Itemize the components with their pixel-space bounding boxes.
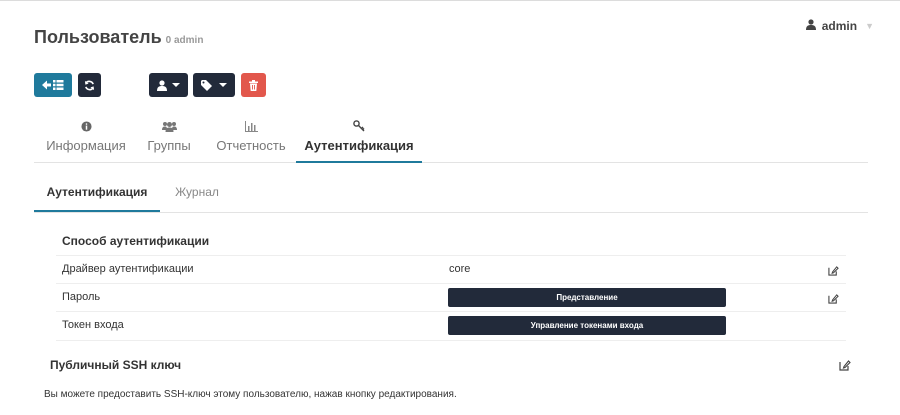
user-icon xyxy=(157,79,167,91)
caret-down-icon xyxy=(172,83,180,87)
subtab-journal[interactable]: Журнал xyxy=(164,173,230,211)
caret-down-icon xyxy=(219,83,227,87)
user-icon xyxy=(805,19,816,33)
edit-icon[interactable] xyxy=(828,263,839,281)
ssh-key-description: Вы можете предоставить SSH-ключ этому по… xyxy=(44,389,457,400)
auth-driver-row: Драйвер аутентификации core xyxy=(56,255,846,284)
edit-icon[interactable] xyxy=(839,358,851,376)
tag-icon xyxy=(201,79,214,91)
sub-tabs: Аутентификация Журнал xyxy=(34,173,868,213)
row-label: Драйвер аутентификации xyxy=(62,263,194,275)
trash-icon xyxy=(249,79,258,91)
row-label: Токен входа xyxy=(62,319,124,331)
tab-label: Аутентификация xyxy=(304,138,414,153)
tab-information[interactable]: Информация xyxy=(46,118,126,162)
page-title-text: Пользователь xyxy=(34,27,162,47)
key-icon xyxy=(353,118,365,134)
tab-label: Информация xyxy=(46,138,126,153)
user-actions-dropdown[interactable] xyxy=(149,73,188,97)
delete-button[interactable] xyxy=(241,73,266,97)
row-label: Пароль xyxy=(62,291,101,303)
view-password-button[interactable]: Представление xyxy=(448,288,726,307)
page-subtitle: 0 admin xyxy=(165,35,204,46)
refresh-icon xyxy=(84,80,95,91)
page-title: Пользователь 0 admin xyxy=(34,27,203,48)
refresh-button[interactable] xyxy=(78,73,101,97)
manage-tokens-button[interactable]: Управление токенами входа xyxy=(448,316,726,335)
tab-groups[interactable]: Группы xyxy=(147,118,191,162)
tags-dropdown[interactable] xyxy=(193,73,235,97)
auth-method-title: Способ аутентификации xyxy=(62,234,210,248)
tab-label: Группы xyxy=(147,138,191,153)
password-row: Пароль Представление xyxy=(56,283,846,312)
main-tabs: Информация Группы Отчетность Аутентифика… xyxy=(34,118,868,163)
tab-authentication[interactable]: Аутентификация xyxy=(296,118,422,163)
login-token-row: Токен входа Управление токенами входа xyxy=(56,311,846,341)
user-menu-username: admin xyxy=(821,19,858,33)
ssh-key-title: Публичный SSH ключ xyxy=(50,358,182,372)
arrow-left-list-icon xyxy=(42,79,64,91)
tab-label: Отчетность xyxy=(216,138,286,153)
chevron-down-icon: ▼ xyxy=(865,21,874,31)
subtab-authentication[interactable]: Аутентификация xyxy=(34,173,160,212)
row-value: core xyxy=(449,263,471,275)
users-icon xyxy=(161,118,177,134)
edit-icon[interactable] xyxy=(828,291,839,309)
tab-reports[interactable]: Отчетность xyxy=(216,118,286,162)
info-circle-icon xyxy=(80,118,92,134)
bar-chart-icon xyxy=(244,118,258,134)
back-to-list-button[interactable] xyxy=(34,73,72,97)
top-border xyxy=(0,0,900,1)
user-menu[interactable]: admin ▼ xyxy=(805,19,874,33)
